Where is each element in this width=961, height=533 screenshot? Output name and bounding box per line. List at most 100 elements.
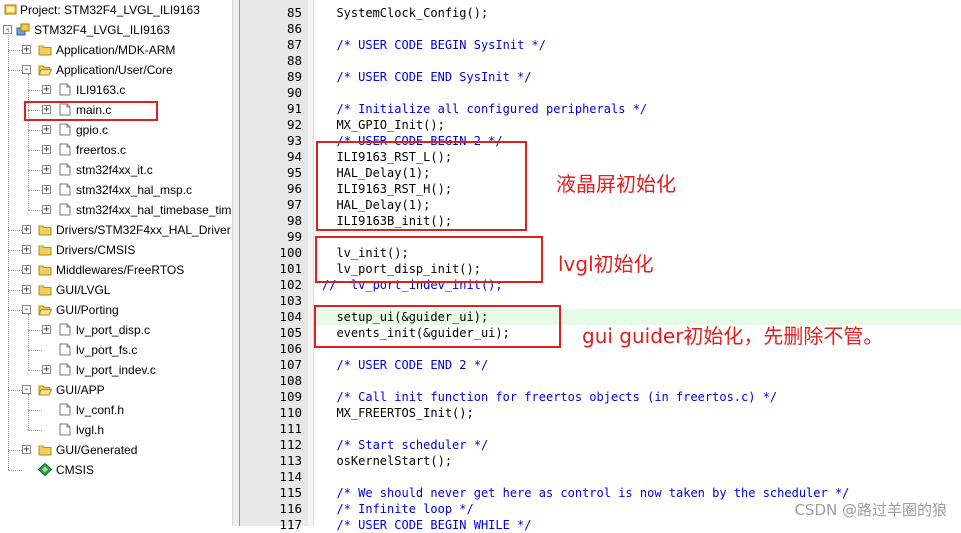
expand-icon[interactable]: + bbox=[42, 165, 51, 175]
collapse-icon[interactable]: - bbox=[22, 65, 31, 75]
line-number: 91 bbox=[286, 101, 302, 116]
line-number: 113 bbox=[279, 453, 302, 468]
tree-connector bbox=[8, 50, 22, 51]
tree-item-label: lv_port_indev.c bbox=[76, 363, 156, 377]
code-comment[interactable]: /* USER CODE BEGIN SysInit */ bbox=[322, 37, 546, 53]
line-number: 110 bbox=[279, 405, 302, 420]
folder-icon bbox=[38, 265, 52, 276]
code-comment[interactable]: /* USER CODE BEGIN WHILE */ bbox=[322, 517, 531, 533]
code-line[interactable]: SystemClock_Config(); bbox=[322, 5, 488, 21]
tree-connector bbox=[28, 130, 42, 131]
tree-item-lv-port-indev-c[interactable]: + lv_port_indev.c bbox=[0, 360, 232, 380]
tree-item-label: gpio.c bbox=[76, 123, 109, 137]
line-number: 89 bbox=[286, 69, 302, 84]
line-number: 93 bbox=[286, 133, 302, 148]
tree-item-stm32f4xx-it-c[interactable]: + stm32f4xx_it.c bbox=[0, 160, 232, 180]
expand-icon[interactable]: + bbox=[22, 245, 31, 255]
collapse-icon[interactable]: - bbox=[22, 305, 31, 315]
code-line[interactable]: osKernelStart(); bbox=[322, 453, 452, 469]
gui-guider-init-box bbox=[314, 305, 561, 348]
tree-item-label: Application/MDK-ARM bbox=[56, 43, 176, 57]
tree-connector bbox=[28, 410, 42, 411]
pane-splitter[interactable] bbox=[232, 0, 240, 526]
line-number: 95 bbox=[286, 165, 302, 180]
tree-item-label: ILI9163.c bbox=[76, 83, 126, 97]
code-comment[interactable]: /* USER CODE END SysInit */ bbox=[322, 69, 531, 85]
code-comment[interactable]: /* Start scheduler */ bbox=[322, 437, 488, 453]
tree-item-application-user-core[interactable]: - Application/User/Core bbox=[0, 60, 232, 80]
expand-icon[interactable]: + bbox=[22, 45, 31, 55]
line-number: 94 bbox=[286, 149, 302, 164]
expand-icon[interactable]: + bbox=[42, 365, 51, 375]
collapse-icon[interactable]: - bbox=[22, 385, 31, 395]
tree-connector bbox=[8, 390, 22, 391]
line-number: 117 bbox=[279, 517, 302, 532]
code-comment[interactable]: /* Initialize all configured peripherals… bbox=[322, 101, 647, 117]
tree-item-lvgl-h[interactable]: lvgl.h bbox=[0, 420, 232, 440]
tree-item-gui-generated[interactable]: + GUI/Generated bbox=[0, 440, 232, 460]
tree-item-stm32f4xx-hal-timebase-tim[interactable]: + stm32f4xx_hal_timebase_tim bbox=[0, 200, 232, 220]
tree-item-drivers-stm32f4xx-hal-driver[interactable]: + Drivers/STM32F4xx_HAL_Driver bbox=[0, 220, 232, 240]
file-icon bbox=[59, 343, 71, 356]
expand-icon[interactable]: + bbox=[42, 85, 51, 95]
expand-icon[interactable]: + bbox=[22, 265, 31, 275]
file-icon bbox=[59, 203, 71, 216]
tree-item-drivers-cmsis[interactable]: + Drivers/CMSIS bbox=[0, 240, 232, 260]
tree-item-label: stm32f4xx_hal_timebase_tim bbox=[76, 203, 232, 217]
tree-item-label: stm32f4xx_it.c bbox=[76, 163, 153, 177]
expand-icon[interactable]: + bbox=[22, 285, 31, 295]
file-icon bbox=[59, 123, 71, 136]
line-number: 96 bbox=[286, 181, 302, 196]
tree-item-gui-lvgl[interactable]: + GUI/LVGL bbox=[0, 280, 232, 300]
expand-icon[interactable]: + bbox=[42, 145, 51, 155]
code-comment[interactable]: /* Call init function for freertos objec… bbox=[322, 389, 777, 405]
expand-icon[interactable]: + bbox=[42, 205, 51, 215]
tree-item-label: lv_conf.h bbox=[76, 403, 125, 417]
tree-connector bbox=[8, 470, 22, 471]
tree-item-gui-porting[interactable]: - GUI/Porting bbox=[0, 300, 232, 320]
expand-icon[interactable]: + bbox=[42, 325, 51, 335]
file-icon bbox=[59, 403, 71, 416]
tree-item-lv-port-disp-c[interactable]: + lv_port_disp.c bbox=[0, 320, 232, 340]
project-icon bbox=[4, 4, 17, 15]
tree-item-label: GUI/Generated bbox=[56, 443, 138, 457]
tree-item-label: lv_port_fs.c bbox=[76, 343, 138, 357]
tree-item-gpio-c[interactable]: + gpio.c bbox=[0, 120, 232, 140]
tree-item-lv-port-fs-c[interactable]: lv_port_fs.c bbox=[0, 340, 232, 360]
folder-open-icon bbox=[38, 385, 52, 396]
line-number: 85 bbox=[286, 5, 302, 20]
tree-item-lv-conf-h[interactable]: lv_conf.h bbox=[0, 400, 232, 420]
line-number: 103 bbox=[279, 293, 302, 308]
expand-icon[interactable]: + bbox=[22, 445, 31, 455]
tree-item-label: GUI/Porting bbox=[56, 303, 119, 317]
folder-open-icon bbox=[38, 305, 52, 316]
tree-item-stm32f4xx-hal-msp-c[interactable]: + stm32f4xx_hal_msp.c bbox=[0, 180, 232, 200]
line-number: 112 bbox=[279, 437, 302, 452]
tree-connector bbox=[28, 210, 42, 211]
expand-icon[interactable]: + bbox=[42, 125, 51, 135]
line-number: 108 bbox=[279, 373, 302, 388]
expand-icon[interactable]: + bbox=[42, 185, 51, 195]
code-comment[interactable]: /* We should never get here as control i… bbox=[322, 485, 849, 501]
tree-item-gui-app[interactable]: - GUI/APP bbox=[0, 380, 232, 400]
code-line[interactable]: MX_GPIO_Init(); bbox=[322, 117, 444, 133]
tree-item-middlewares-freertos[interactable]: + Middlewares/FreeRTOS bbox=[0, 260, 232, 280]
code-comment[interactable]: /* USER CODE END 2 */ bbox=[322, 357, 488, 373]
file-icon bbox=[59, 83, 71, 96]
tree-item-cmsis[interactable]: CMSIS bbox=[0, 460, 232, 480]
tree-item-label: Application/User/Core bbox=[56, 63, 173, 77]
tree-connector bbox=[8, 450, 22, 451]
project-root-row[interactable]: Project: STM32F4_LVGL_ILI9163 bbox=[0, 0, 232, 20]
tree-item-ili9163-c[interactable]: + ILI9163.c bbox=[0, 80, 232, 100]
tree-item-application-mdk-arm[interactable]: + Application/MDK-ARM bbox=[0, 40, 232, 60]
line-number: 107 bbox=[279, 357, 302, 372]
code-line[interactable]: MX_FREERTOS_Init(); bbox=[322, 405, 473, 421]
line-number: 101 bbox=[279, 261, 302, 276]
target-row[interactable]: - STM32F4_LVGL_ILI9163 bbox=[0, 20, 232, 40]
tree-connector bbox=[8, 290, 22, 291]
tree-item-freertos-c[interactable]: + freertos.c bbox=[0, 140, 232, 160]
expand-icon[interactable]: + bbox=[22, 225, 31, 235]
lcd-init-annotation: 液晶屏初始化 bbox=[556, 172, 676, 196]
code-comment[interactable]: /* Infinite loop */ bbox=[322, 501, 473, 517]
tree-connector bbox=[28, 330, 42, 331]
